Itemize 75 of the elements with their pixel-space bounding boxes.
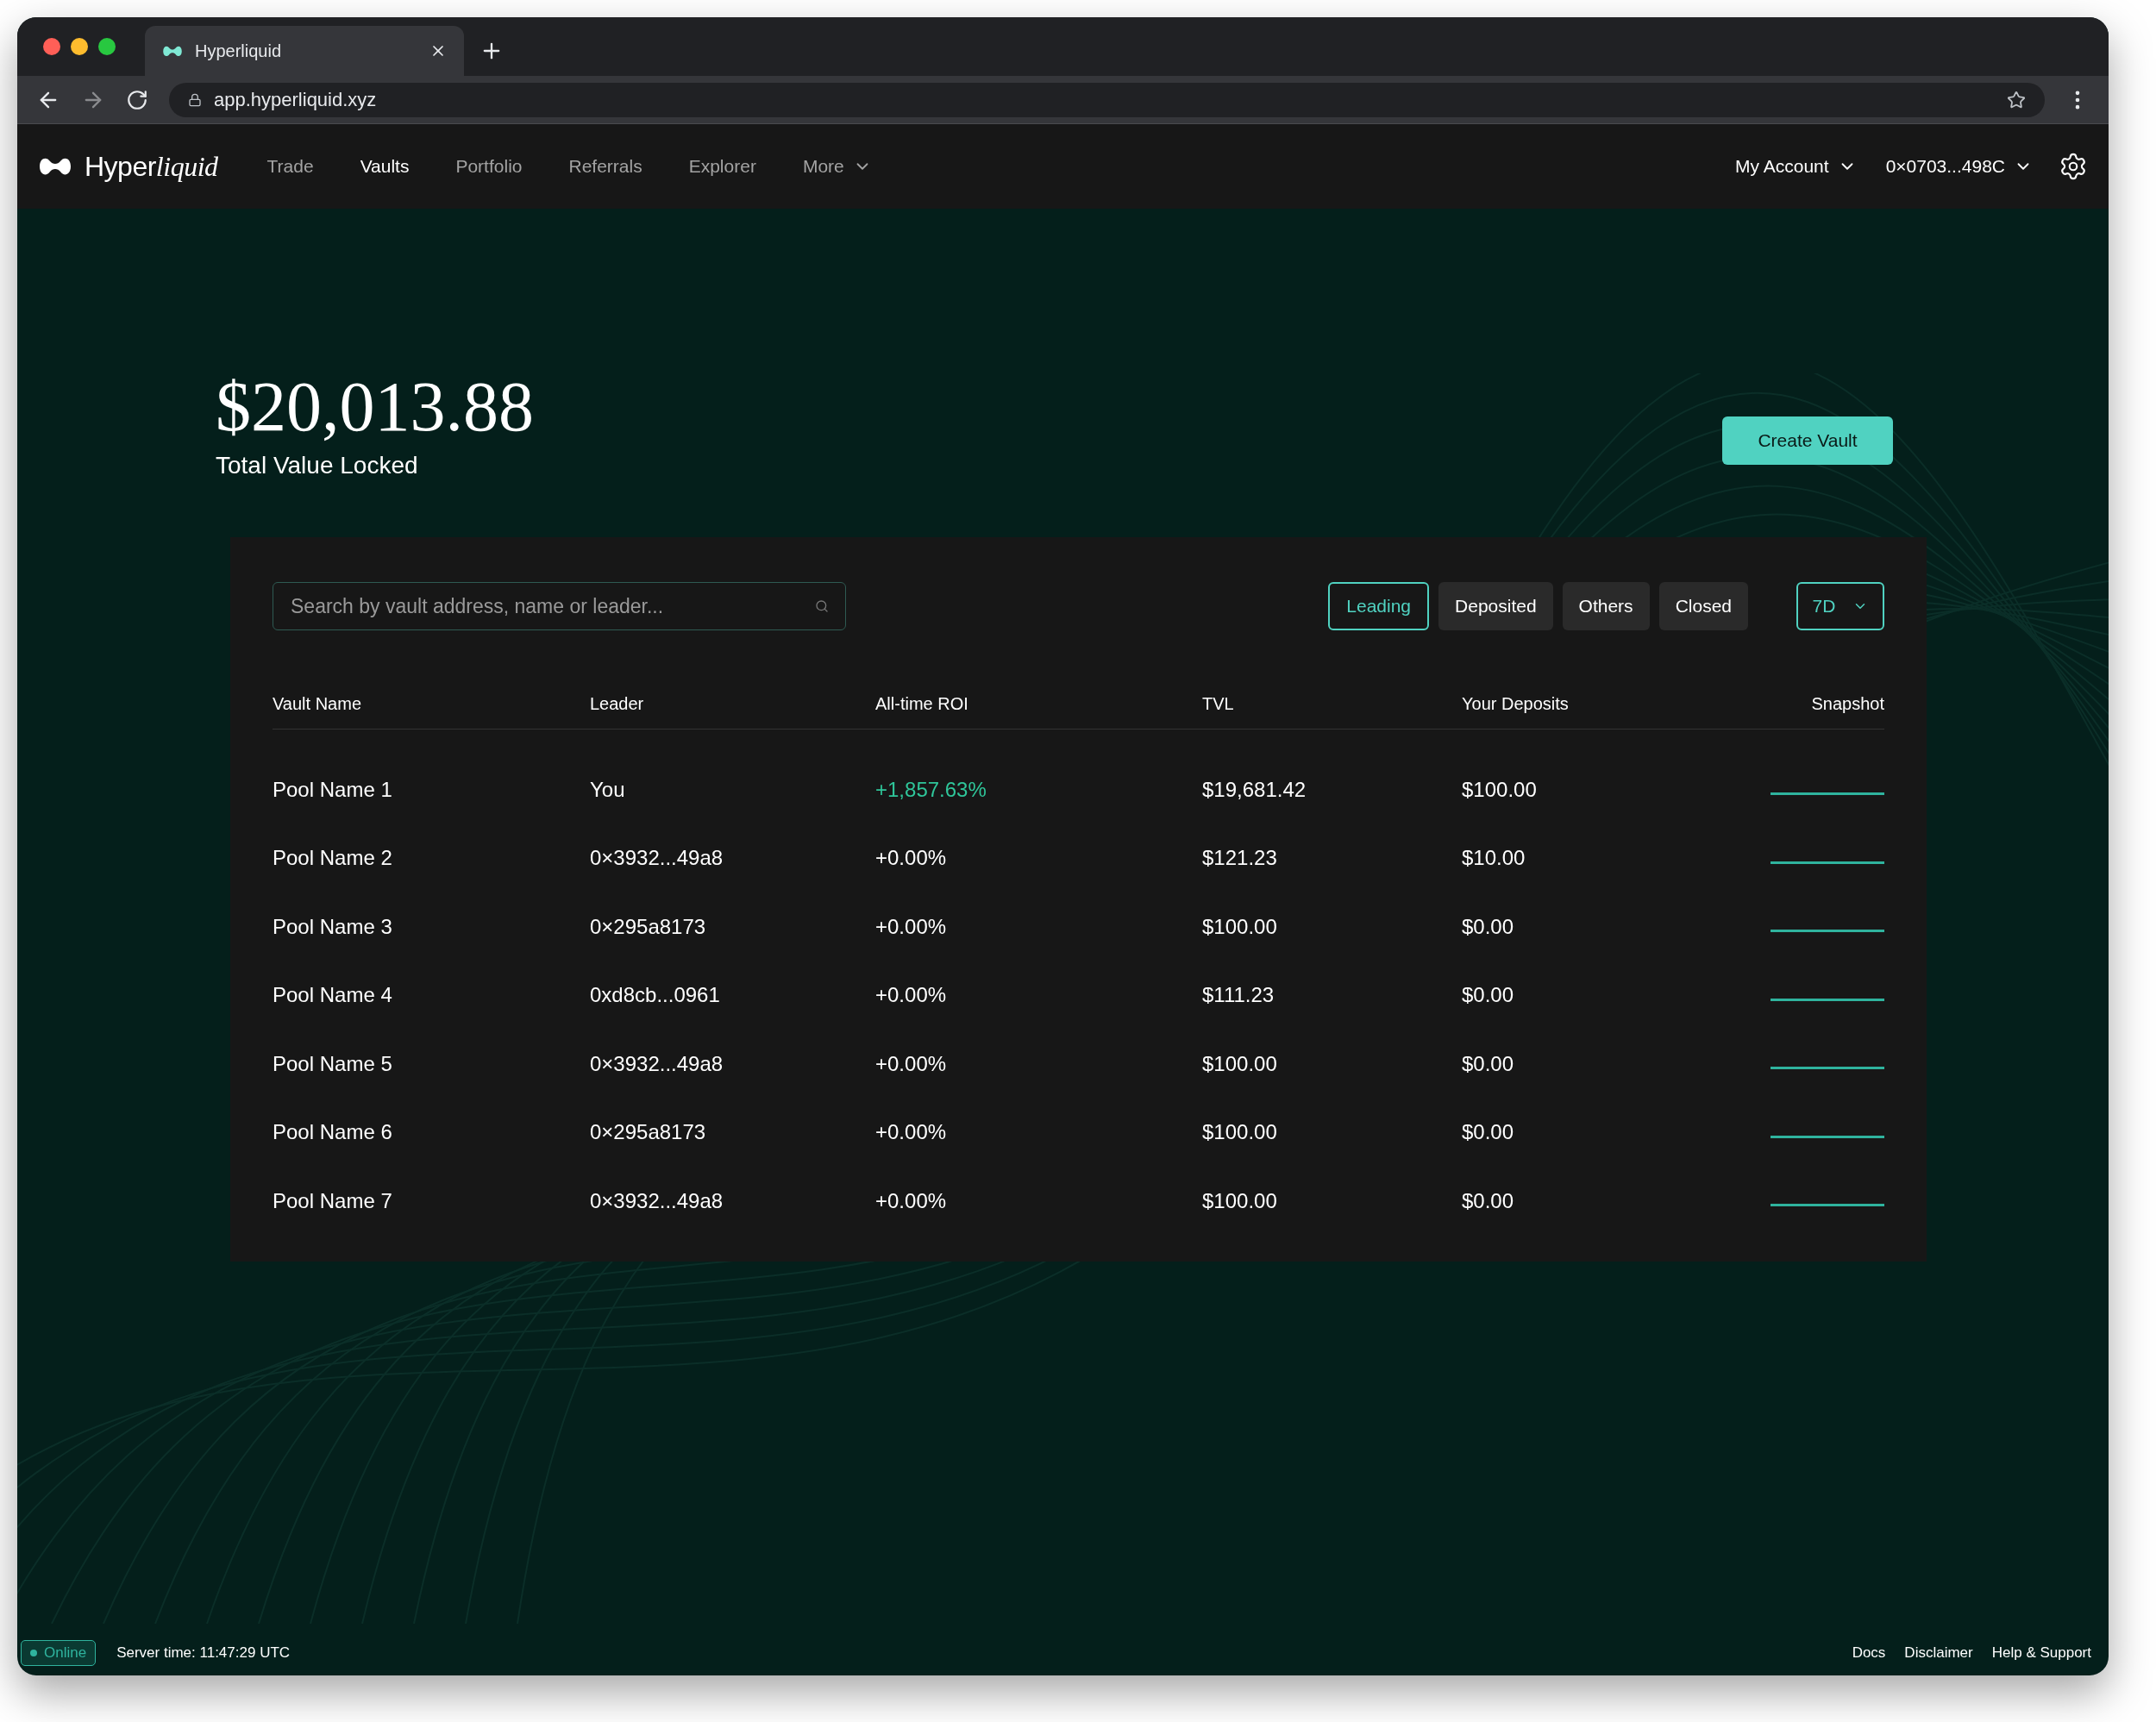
table-cell-text: $100.00 (1462, 776, 1538, 803)
reload-icon[interactable] (126, 88, 148, 111)
total-value-locked-label: Total Value Locked (216, 451, 419, 480)
create-vault-button[interactable]: Create Vault (1722, 416, 1893, 465)
column-header[interactable]: All-time ROI (875, 691, 1202, 717)
server-time: Server time: 11:47:29 UTC (116, 1644, 291, 1663)
table-cell-text: +1,857.63% (875, 776, 987, 803)
table-cell-text: +0.00% (875, 1119, 948, 1146)
wallet-menu[interactable]: 0×0703...498C (1885, 153, 2033, 180)
table-cell-text: 0×295a8173 (590, 913, 707, 940)
table-cell-text: +0.00% (875, 1187, 948, 1214)
close-window-icon[interactable] (43, 38, 60, 55)
table-cell-text: +0.00% (875, 845, 948, 872)
total-value-locked-amount: $20,013.88 (216, 368, 534, 446)
table-cell-text: You (590, 776, 626, 803)
table-cell[interactable]: Pool Name 4 (273, 980, 590, 1011)
minimize-window-icon[interactable] (71, 38, 88, 55)
filter-tab[interactable]: Deposited (1438, 582, 1553, 630)
footer-link[interactable]: Disclaimer (1904, 1642, 1973, 1664)
bookmark-star-icon[interactable] (2007, 90, 2026, 110)
search-field[interactable]: Search by vault address, name or leader... (273, 582, 846, 630)
table-cell-text: $0.00 (1462, 1119, 1515, 1146)
column-header[interactable]: Snapshot (1712, 691, 1884, 717)
nav-link[interactable]: Referrals (545, 153, 666, 180)
table-cell-text: $0.00 (1462, 913, 1515, 940)
table-cell-text: $100.00 (1202, 1187, 1278, 1214)
nav-link[interactable]: Portfolio (432, 153, 546, 180)
table-cell-text: +0.00% (875, 913, 948, 940)
table-cell-text: $0.00 (1462, 982, 1515, 1009)
nav-link[interactable]: Vaults (336, 153, 433, 180)
table-cell-text: 0×3932...49a8 (590, 1050, 724, 1077)
search-icon (815, 599, 829, 613)
nav-link[interactable]: Explorer (665, 153, 780, 180)
footer-link[interactable]: Docs (1852, 1642, 1886, 1664)
table-cell[interactable]: Pool Name 1 (273, 773, 590, 805)
table-cell[interactable]: Pool Name 7 (273, 1185, 590, 1217)
table-cell-text: +0.00% (875, 1050, 948, 1077)
brand-name[interactable]: Hyperliquid (85, 146, 218, 187)
column-header[interactable]: Vault Name (273, 691, 590, 717)
settings-icon[interactable] (2059, 152, 2088, 181)
table-cell[interactable]: Pool Name 3 (273, 911, 590, 942)
table-cell-text: $0.00 (1462, 1050, 1515, 1077)
table-cell-text: $10.00 (1462, 845, 1526, 872)
column-header[interactable]: Leader (590, 691, 875, 717)
column-header[interactable]: TVL (1202, 691, 1462, 717)
table-cell-text: $100.00 (1202, 1050, 1278, 1077)
table-cell[interactable]: Pool Name 5 (273, 1048, 590, 1080)
table-cell-text: $100.00 (1202, 913, 1278, 940)
nav-link[interactable]: Trade (243, 153, 337, 180)
column-header[interactable]: Your Deposits (1462, 691, 1712, 717)
table-cell-text: 0×3932...49a8 (590, 1187, 724, 1214)
connection-status-badge: Online (21, 1640, 97, 1666)
table-cell-text: 0×295a8173 (590, 1119, 707, 1146)
filter-tab[interactable]: Leading (1328, 582, 1430, 630)
address-field[interactable]: app.hyperliquid.xyz (169, 82, 2045, 117)
table-cell[interactable]: Pool Name 6 (273, 1117, 590, 1149)
table-cell-text: $111.23 (1202, 982, 1275, 1009)
table-cell[interactable]: Pool Name 2 (273, 842, 590, 874)
filter-tab[interactable]: Others (1562, 582, 1650, 630)
tab-title: Hyperliquid (195, 41, 283, 62)
filter-tab[interactable]: Closed (1658, 582, 1748, 630)
period-dropdown[interactable]: 7D (1796, 582, 1884, 630)
table-cell-text: $0.00 (1462, 1187, 1515, 1214)
table-cell-text: +0.00% (875, 982, 948, 1009)
table-cell-text: 0×3932...49a8 (590, 845, 724, 872)
maximize-window-icon[interactable] (98, 38, 116, 55)
table-cell-text: $19,681.42 (1202, 776, 1307, 803)
browser-tab[interactable]: Hyperliquid (145, 26, 464, 76)
account-menu[interactable]: My Account (1735, 153, 1857, 180)
table-cell-text: $121.23 (1202, 845, 1278, 872)
table-cell-text: $100.00 (1202, 1119, 1278, 1146)
nav-link[interactable]: More (779, 153, 895, 180)
table-cell-text: 0xd8cb...0961 (590, 982, 721, 1009)
footer-link[interactable]: Help & Support (1991, 1642, 2091, 1664)
lock-icon (188, 92, 202, 107)
